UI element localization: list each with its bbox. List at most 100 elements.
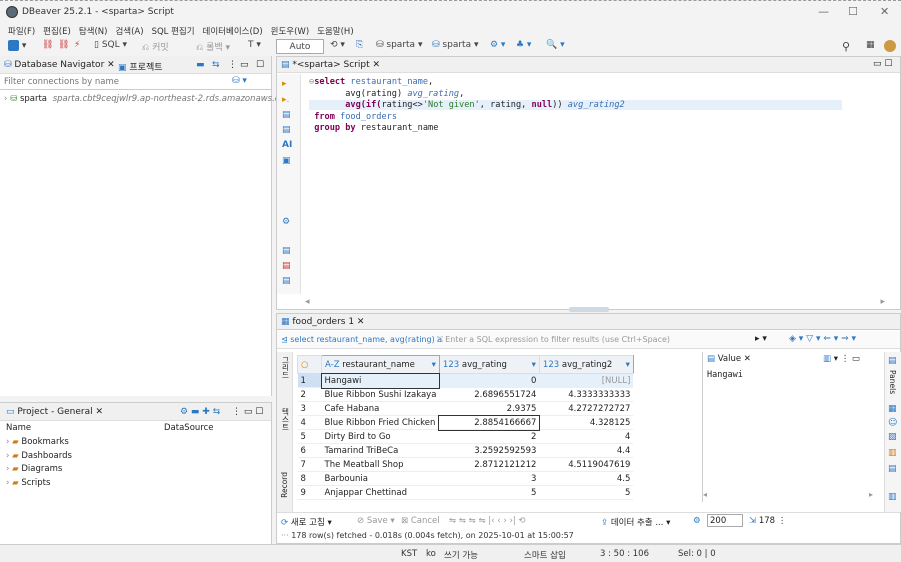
tab-record[interactable]: Record <box>280 472 289 498</box>
fetch-size-input[interactable]: 200 <box>707 514 743 527</box>
connection-filter-input[interactable] <box>4 75 224 89</box>
connect-icon[interactable]: ⛓ <box>42 40 53 50</box>
project-item-diagrams[interactable]: › ▰ Diagrams <box>6 463 72 477</box>
filter-tools-icon[interactable]: ◈ ▾ ▽ ▾ ⇐ ▾ ⇒ ▾ <box>789 334 856 344</box>
minimize-button[interactable]: — <box>818 5 829 18</box>
lock-icon[interactable]: ▤ <box>282 261 291 271</box>
table-row[interactable]: 2 Blue Ribbon Sushi Izakaya 2.6896551724 4.… <box>297 387 634 402</box>
navigator-tab[interactable]: ⛁ Database Navigator ✕ <box>4 60 115 70</box>
value-content[interactable]: Hangawi <box>707 370 743 380</box>
cancel-results-button[interactable]: ⊠ Cancel <box>401 516 440 526</box>
save-icon[interactable]: ⎘ <box>356 40 363 50</box>
export-icon[interactable]: ▤ <box>282 246 291 256</box>
history-icon[interactable]: ⟲ ▾ <box>330 40 345 50</box>
menu-navigate[interactable]: 탐색(N) <box>79 25 108 37</box>
table-row[interactable]: 3 Cafe Habana 2.9375 4.2727272727 <box>297 401 634 416</box>
schema-tools-icon[interactable]: ⚙ ▾ <box>490 40 505 50</box>
new-connection-icon[interactable]: ▾ <box>8 40 26 51</box>
menu-help[interactable]: 도움말(H) <box>317 25 353 37</box>
tab-grid[interactable]: 그리드 <box>280 356 291 379</box>
chart-icon[interactable]: ▥ <box>888 448 897 458</box>
project-menu-icon[interactable]: ⋮ ▭ ☐ <box>232 407 263 417</box>
table-row[interactable]: 4 Blue Ribbon Fried Chicken 2.8854166667 4.… <box>297 414 634 431</box>
emoji-icon[interactable]: ☺ <box>888 418 897 428</box>
connection-node[interactable]: › ⛁ sparta sparta.cbt9ceqjwlr9.ap-northe… <box>4 94 293 104</box>
save-results-button[interactable]: ⊘ Save ▾ <box>357 516 395 526</box>
row-count[interactable]: ⇲ 178 ⋮ <box>749 516 786 526</box>
table-row[interactable]: 8 Barbounia 3 4.5 <box>297 471 634 486</box>
datasource-select[interactable]: ⛁ sparta ▾ <box>376 40 422 50</box>
commit-mode-select[interactable]: Auto <box>276 39 324 54</box>
splitter-handle[interactable] <box>569 307 609 312</box>
table-row[interactable]: 5 Dirty Bird to Go 2 4 <box>297 429 634 444</box>
project-item-scripts[interactable]: › ▰ Scripts <box>6 477 72 491</box>
format-icon[interactable]: ▣ <box>282 156 291 166</box>
minimize-pane-icon[interactable]: ▭ <box>240 60 249 70</box>
projects-tab[interactable]: ▣ 프로젝트 <box>118 60 163 73</box>
results-filter-input[interactable]: ⛶ Enter a SQL expression to filter resul… <box>437 335 670 345</box>
table-row[interactable]: 9 Anjappar Chettinad 5 5 <box>297 485 634 500</box>
explain-icon[interactable]: ▤ <box>282 110 291 120</box>
menu-search[interactable]: 검색(A) <box>115 25 143 37</box>
menu-file[interactable]: 파일(F) <box>8 25 35 37</box>
execute-icon[interactable]: ▸ <box>282 79 287 89</box>
metadata-icon[interactable]: ▤ <box>888 464 897 474</box>
collapse-icon[interactable]: ▬ <box>196 60 205 70</box>
table-row[interactable]: 7 The Meatball Shop 2.8712121212 4.51190476… <box>297 457 634 472</box>
menu-sql-editor[interactable]: SQL 편집기 <box>152 25 195 37</box>
expand-icon[interactable]: › <box>4 94 7 104</box>
load-plan-icon[interactable]: ▤ <box>282 125 291 135</box>
close-button[interactable]: ✕ <box>880 5 889 18</box>
sql-code[interactable]: ⊖select restaurant_name, avg(rating) avg… <box>309 77 842 135</box>
tab-text[interactable]: 텍스트 <box>280 408 291 431</box>
export-data-button[interactable]: ⇪ 데이터 추출 ... ▾ <box>601 516 670 528</box>
search-icon[interactable]: ⚲ <box>842 40 850 53</box>
execute-script-icon[interactable]: ▸. <box>282 95 289 105</box>
menu-database[interactable]: 데이터베이스(D) <box>203 25 263 37</box>
project-item-bookmarks[interactable]: › ▰ Bookmarks <box>6 436 72 450</box>
rollback-button[interactable]: ⎌ 롤백 ▾ <box>196 40 230 53</box>
maximize-button[interactable]: ☐ <box>848 5 858 18</box>
table-row[interactable]: 6 Tamarind TriBeCa 3.2592592593 4.4 <box>297 443 634 458</box>
filter-apply-icon[interactable]: ▸ ▾ <box>755 334 767 344</box>
results-tab[interactable]: ▦ food_orders 1 ✕ <box>281 317 364 327</box>
col-header-avg-rating2[interactable]: 123 avg_rating2 ▾ <box>538 355 634 374</box>
refresh-button[interactable]: ⟳ 새로 고침 ▾ <box>281 516 332 528</box>
value-hscroll[interactable]: ◂ ▸ <box>703 490 873 499</box>
menu-window[interactable]: 윈도우(W) <box>271 25 310 37</box>
panels-label[interactable]: Panels <box>888 370 897 394</box>
fetch-settings-icon[interactable]: ⚙ <box>693 516 701 526</box>
maximize-pane-icon[interactable]: ☐ <box>256 60 264 70</box>
tree-icon[interactable]: ♣ ▾ <box>516 40 531 50</box>
invalidate-icon[interactable]: ⚡ <box>74 40 80 50</box>
sql-editor-button[interactable]: ▯ SQL ▾ <box>94 40 127 50</box>
menu-edit[interactable]: 편집(E) <box>43 25 71 37</box>
query-preview[interactable]: ⊴ select restaurant_name, avg(rating) a <box>281 335 442 344</box>
table-row[interactable]: 1 Hangawi 0 [NULL] <box>297 372 634 389</box>
filter-options-icon[interactable]: ⛁ ▾ <box>232 76 247 86</box>
find-icon[interactable]: 🔍 ▾ <box>546 40 565 50</box>
row-header-corner[interactable]: ○ <box>297 355 322 374</box>
calc-icon[interactable]: ▧ <box>888 432 897 442</box>
disconnect-icon[interactable]: ⛓ <box>58 40 69 50</box>
editor-minimize-icon[interactable]: ▭ ☐ <box>873 59 892 69</box>
col-header-avg-rating[interactable]: 123 avg_rating ▾ <box>438 355 540 374</box>
grid-panel-icon[interactable]: ▦ <box>888 404 897 414</box>
schema-select[interactable]: ⛁ sparta ▾ <box>432 40 478 50</box>
perspective-icon[interactable]: ▦ <box>866 40 875 50</box>
settings-icon[interactable]: ⚙ <box>282 217 290 227</box>
value-panel-toggle-icon[interactable]: ▤ <box>888 356 897 366</box>
value-viewer-icon[interactable]: ▥ ▾ ⋮ ▭ <box>823 354 860 364</box>
group-icon[interactable]: ▥ <box>888 492 897 502</box>
commit-button[interactable]: ⎌ 커밋 <box>142 40 169 53</box>
editor-hscroll[interactable]: ◂ ▸ <box>305 297 885 307</box>
value-tab[interactable]: ▤ Value ✕ <box>707 354 751 364</box>
project-tab[interactable]: ▭ Project - General ✕ <box>6 407 103 417</box>
link-icon[interactable]: ⇆ <box>212 60 220 70</box>
project-settings-icon[interactable]: ⚙ ▬ ✚ ⇆ <box>180 407 220 417</box>
avatar[interactable] <box>884 40 896 52</box>
view-menu-icon[interactable]: ⋮ <box>228 60 237 70</box>
transaction-mode-icon[interactable]: T ▾ <box>248 40 261 50</box>
editor-tab[interactable]: ▤ *<sparta> Script ✕ <box>281 60 380 70</box>
edit-tools-icon[interactable]: ⇋ ⇋ ⇋ ⇋ |‹ ‹ › ›| ⟲ <box>449 516 526 526</box>
